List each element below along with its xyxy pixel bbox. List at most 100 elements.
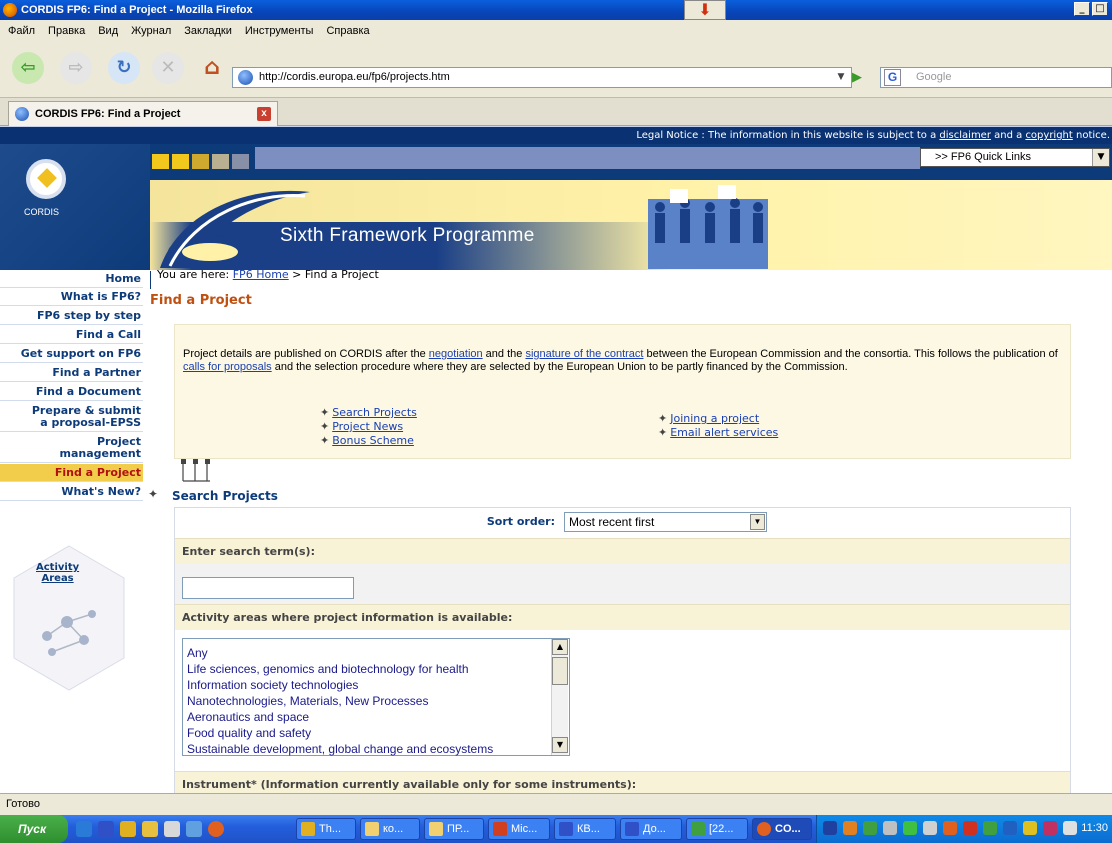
menu-tools[interactable]: Инструменты	[245, 25, 314, 37]
firefox-icon[interactable]	[208, 821, 224, 837]
taskbar-item[interactable]: КВ...	[554, 818, 616, 840]
bonus-scheme-link[interactable]: Bonus Scheme	[320, 434, 414, 447]
download-arrow-icon[interactable]: ⬇	[684, 0, 726, 20]
decor-square	[152, 154, 169, 169]
intro-text-3: between the European Commission and the …	[643, 348, 1058, 360]
nav-fp6-step-by-step[interactable]: FP6 step by step	[0, 307, 143, 325]
search-projects-link[interactable]: Search Projects	[320, 406, 417, 419]
tray-icon[interactable]	[963, 821, 977, 835]
negotiation-link[interactable]: negotiation	[429, 348, 483, 360]
home-icon[interactable]: ⌂	[196, 52, 228, 84]
taskbar-item[interactable]: ПР...	[424, 818, 484, 840]
disclaimer-link[interactable]: disclaimer	[939, 130, 991, 141]
breadcrumb: You are here: FP6 Home > Find a Project	[157, 268, 379, 281]
stop-icon[interactable]: ✕	[152, 52, 184, 84]
copyright-link[interactable]: copyright	[1025, 130, 1072, 141]
nav-get-support[interactable]: Get support on FP6	[0, 345, 143, 363]
nav-find-a-document[interactable]: Find a Document	[0, 383, 143, 401]
scroll-down-icon[interactable]: ▼	[552, 737, 568, 753]
tray-icon[interactable]	[1003, 821, 1017, 835]
word-icon[interactable]	[98, 821, 114, 837]
status-bar: Готово	[0, 793, 1112, 815]
powerpoint-icon	[493, 822, 507, 836]
tray-icon[interactable]	[843, 821, 857, 835]
taskbar-item-label: ПР...	[447, 823, 470, 835]
breadcrumb-fp6-home[interactable]: FP6 Home	[233, 268, 289, 281]
scroll-thumb[interactable]	[552, 657, 568, 685]
nav-find-a-project[interactable]: Find a Project	[0, 464, 143, 482]
menu-file[interactable]: Файл	[8, 25, 35, 37]
tray-icon[interactable]	[1043, 821, 1057, 835]
forward-arrow-icon[interactable]: ⇨	[60, 52, 92, 84]
list-item[interactable]: Nanotechnologies, Materials, New Process…	[187, 693, 569, 709]
list-item[interactable]: Any	[187, 645, 569, 661]
taskbar-item[interactable]: [22...	[686, 818, 748, 840]
tray-icon[interactable]	[1063, 821, 1077, 835]
nav-project-management[interactable]: Project management	[0, 433, 143, 463]
search-term-input[interactable]	[182, 577, 354, 599]
sort-order-select[interactable]: Most recent first ▼	[564, 512, 767, 532]
menu-edit[interactable]: Правка	[48, 25, 85, 37]
app-icon[interactable]	[120, 821, 136, 837]
taskbar-item-active[interactable]: CO...	[752, 818, 812, 840]
list-item[interactable]: Life sciences, genomics and biotechnolog…	[187, 661, 569, 677]
scroll-up-icon[interactable]: ▲	[552, 639, 568, 655]
maximize-button[interactable]: □	[1092, 2, 1108, 16]
back-arrow-icon[interactable]: ⇦	[12, 52, 44, 84]
list-item[interactable]: Aeronautics and space	[187, 709, 569, 725]
search-box[interactable]: G Google	[880, 67, 1112, 88]
taskbar-item[interactable]: До...	[620, 818, 682, 840]
google-icon[interactable]: G	[884, 69, 901, 86]
banner-slate	[255, 147, 920, 169]
tab-site-icon	[15, 107, 29, 121]
calls-link[interactable]: calls for proposals	[183, 361, 272, 373]
nav-find-a-call[interactable]: Find a Call	[0, 326, 143, 344]
taskbar-item[interactable]: ко...	[360, 818, 420, 840]
url-bar[interactable]: http://cordis.europa.eu/fp6/projects.htm	[232, 67, 852, 88]
list-item[interactable]: Information society technologies	[187, 677, 569, 693]
tray-icon[interactable]	[1023, 821, 1037, 835]
nav-whats-new[interactable]: What's New?	[0, 483, 143, 501]
nav-what-is-fp6[interactable]: What is FP6?	[0, 288, 143, 306]
project-news-link[interactable]: Project News	[320, 420, 403, 433]
url-dropdown-icon[interactable]: ▼	[832, 68, 850, 87]
tray-icon[interactable]	[863, 821, 877, 835]
menu-bookmarks[interactable]: Закладки	[184, 25, 232, 37]
joining-project-link[interactable]: Joining a project	[658, 412, 759, 425]
tray-icon[interactable]	[943, 821, 957, 835]
ie-icon[interactable]	[76, 821, 92, 837]
media-icon[interactable]	[142, 821, 158, 837]
tab-label: CORDIS FP6: Find a Project	[35, 108, 181, 120]
nav-find-a-partner[interactable]: Find a Partner	[0, 364, 143, 382]
list-item[interactable]: Sustainable development, global change a…	[187, 741, 569, 757]
tray-icon[interactable]	[983, 821, 997, 835]
fp6-quick-links-select[interactable]: >> FP6 Quick Links ▼	[920, 148, 1110, 167]
volume-icon[interactable]	[923, 821, 937, 835]
language-icon[interactable]	[823, 821, 837, 835]
reload-icon[interactable]: ↻	[108, 52, 140, 84]
go-icon[interactable]: ▶	[852, 70, 862, 85]
tab-close-icon[interactable]: x	[257, 107, 271, 121]
start-button[interactable]: Пуск	[0, 815, 68, 843]
taskbar-item[interactable]: Th...	[296, 818, 356, 840]
cordis-logo-icon[interactable]	[26, 159, 66, 199]
tray-icon[interactable]	[903, 821, 917, 835]
activity-areas-link[interactable]: Activity Areas	[36, 562, 79, 584]
minimize-button[interactable]: _	[1074, 2, 1090, 16]
tray-icon[interactable]	[883, 821, 897, 835]
nav-prepare-submit[interactable]: Prepare & submit a proposal-EPSS	[0, 402, 143, 432]
taskbar-item[interactable]: Mic...	[488, 818, 550, 840]
nav-home[interactable]: Home	[0, 270, 143, 288]
tab-cordis[interactable]: CORDIS FP6: Find a Project x	[8, 101, 278, 126]
email-alert-link[interactable]: Email alert services	[658, 426, 778, 439]
menu-help[interactable]: Справка	[326, 25, 369, 37]
firefox-icon	[757, 822, 771, 836]
tool-icon[interactable]	[164, 821, 180, 837]
activity-areas-list[interactable]: Any Life sciences, genomics and biotechn…	[182, 638, 570, 756]
list-item[interactable]: Food quality and safety	[187, 725, 569, 741]
menu-history[interactable]: Журнал	[131, 25, 171, 37]
signature-link[interactable]: signature of the contract	[525, 348, 643, 360]
browser-icon[interactable]	[186, 821, 202, 837]
list-scrollbar[interactable]: ▲ ▼	[551, 639, 568, 755]
menu-view[interactable]: Вид	[98, 25, 118, 37]
